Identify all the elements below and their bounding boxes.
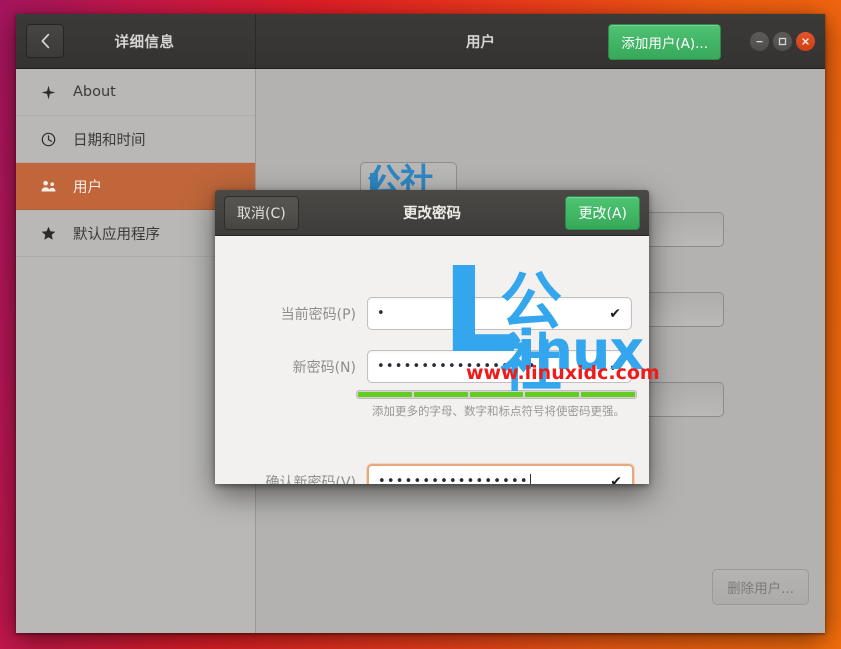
apply-button[interactable]: 更改(A)	[565, 196, 640, 230]
strength-segment	[525, 392, 580, 397]
chevron-left-icon	[41, 33, 49, 49]
change-password-dialog: 取消(C) 更改密码 更改(A) 当前密码(P) • ✔ 新密码(N) ••••…	[215, 190, 649, 484]
strength-segment	[358, 392, 412, 397]
strength-segment	[413, 392, 468, 397]
cancel-label: 取消(C)	[237, 205, 286, 222]
sidebar-item-label: 默认应用程序	[73, 226, 160, 243]
password-hint-text: 添加更多的字母、数字和标点符号将使密码更强。	[372, 404, 625, 418]
header-left-pane: 详细信息	[16, 14, 256, 68]
close-icon	[802, 37, 809, 45]
sidebar-item-label: About	[73, 84, 116, 100]
delete-user-label: 删除用户...	[727, 581, 794, 597]
window-controls	[750, 14, 815, 68]
strength-segment	[469, 392, 524, 397]
maximize-icon	[778, 37, 787, 45]
password-strength-meter	[356, 390, 637, 399]
valid-check-icon: ✔	[610, 473, 622, 485]
close-button[interactable]	[796, 31, 815, 51]
confirm-password-value: •••••••••••••••••	[378, 474, 529, 484]
new-password-row: 新密码(N) •••••••••••••••••• ✔	[215, 350, 649, 383]
clock-icon	[40, 131, 57, 148]
minimize-button[interactable]	[750, 31, 769, 51]
confirm-password-row: 确认新密码(V) ••••••••••••••••• ✔	[215, 464, 649, 484]
sidebar-item-label: 日期和时间	[73, 132, 146, 149]
minimize-icon	[756, 40, 763, 42]
page-title-right: 用户	[466, 34, 495, 51]
header-right-pane: 用户 添加用户(A)...	[256, 14, 825, 68]
sidebar-item-datetime[interactable]: 日期和时间	[16, 116, 255, 163]
dialog-header: 取消(C) 更改密码 更改(A)	[215, 190, 649, 236]
current-password-value: •	[377, 306, 386, 321]
valid-check-icon: ✔	[609, 358, 621, 375]
people-icon	[40, 178, 57, 195]
dialog-body: 当前密码(P) • ✔ 新密码(N) •••••••••••••••••• ✔	[215, 236, 649, 484]
delete-user-button[interactable]: 删除用户...	[712, 569, 809, 605]
new-password-input[interactable]: •••••••••••••••••• ✔	[367, 350, 632, 383]
confirm-password-input[interactable]: ••••••••••••••••• ✔	[367, 464, 634, 484]
current-password-label: 当前密码(P)	[280, 306, 356, 323]
window-header-bar: 详细信息 用户 添加用户(A)...	[16, 14, 825, 69]
star-icon	[40, 225, 57, 242]
strength-segment	[581, 392, 635, 397]
new-password-value: ••••••••••••••••••	[377, 359, 537, 374]
confirm-password-value-wrap: •••••••••••••••••	[378, 466, 531, 484]
settings-window: 详细信息 用户 添加用户(A)... About 日期和时间 用户 默认应用程序…	[16, 14, 825, 633]
back-button[interactable]	[26, 24, 64, 58]
confirm-password-label: 确认新密码(V)	[265, 474, 356, 485]
text-caret	[529, 473, 531, 484]
add-user-button[interactable]: 添加用户(A)...	[608, 24, 721, 60]
add-user-label: 添加用户(A)...	[621, 36, 708, 52]
page-title-left: 详细信息	[114, 34, 175, 51]
sparkle-icon	[40, 84, 57, 101]
sidebar-item-about[interactable]: About	[16, 69, 255, 116]
apply-label: 更改(A)	[578, 206, 627, 222]
current-password-input[interactable]: • ✔	[367, 297, 632, 330]
cancel-button[interactable]: 取消(C)	[224, 195, 299, 230]
maximize-button[interactable]	[773, 31, 792, 51]
new-password-label: 新密码(N)	[292, 359, 356, 376]
desktop-background: 详细信息 用户 添加用户(A)... About 日期和时间 用户 默认应用程序…	[0, 0, 841, 649]
valid-check-icon: ✔	[609, 305, 621, 322]
sidebar-item-label: 用户	[73, 179, 102, 196]
current-password-row: 当前密码(P) • ✔	[215, 297, 649, 330]
